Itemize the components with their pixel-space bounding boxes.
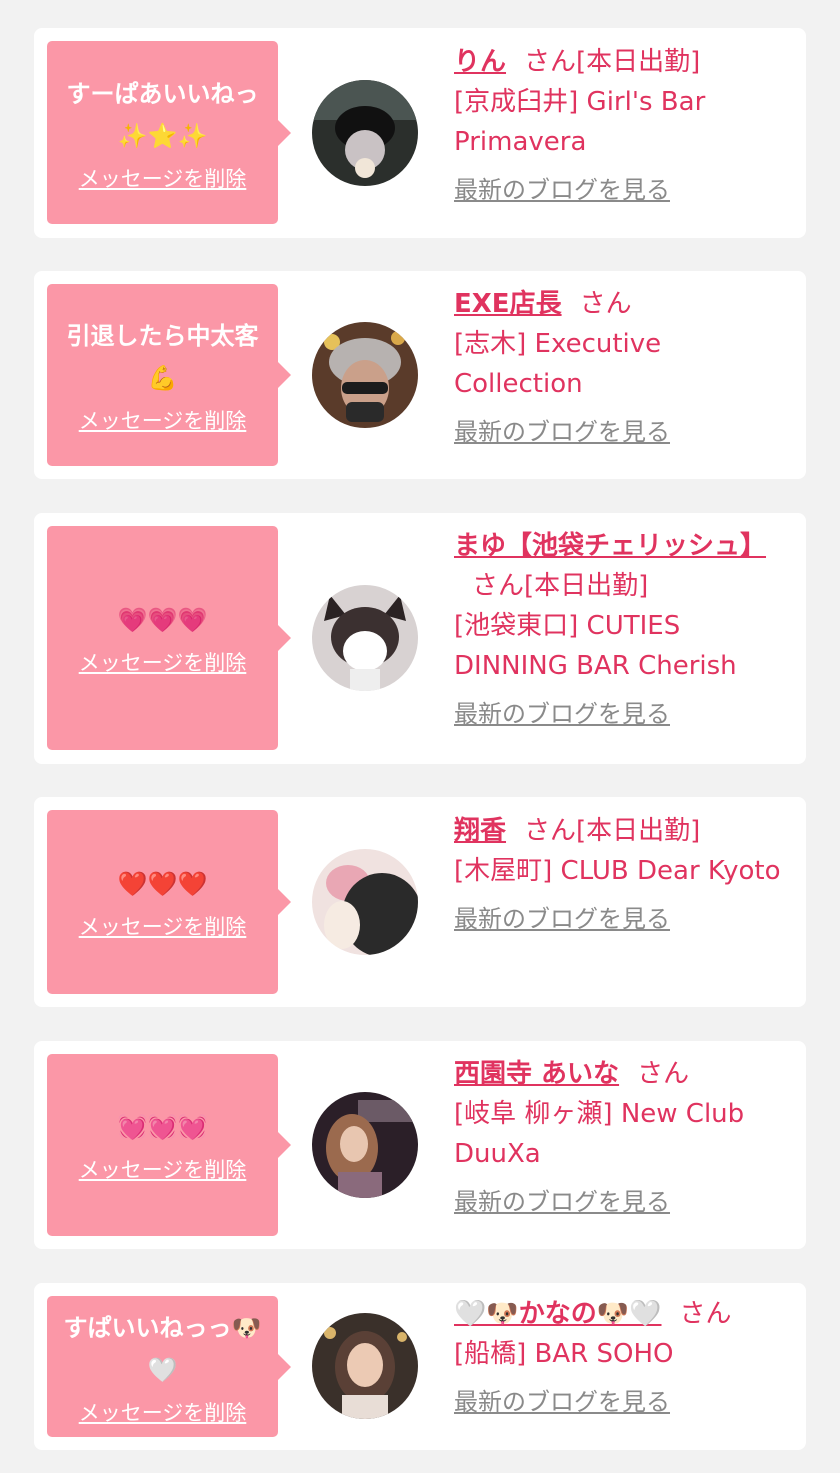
- message-text: すーぱあいいねっ ✨⭐✨: [66, 79, 259, 150]
- latest-blog-link[interactable]: 最新のブログを見る: [454, 899, 670, 939]
- shop-name: [木屋町] CLUB Dear Kyoto: [454, 856, 781, 886]
- shop-name: [船橋] BAR SOHO: [454, 1339, 674, 1369]
- favorites-list: すーぱあいいねっ ✨⭐✨ メッセージを削除 りん さん[本日出勤] [京成臼井] …: [0, 0, 840, 1473]
- cast-name-link[interactable]: 翔香: [454, 816, 506, 846]
- cast-info: まゆ【池袋チェリッシュ】さん[本日出勤] [池袋東口] CUTIES DINNI…: [454, 526, 784, 734]
- delete-message-link[interactable]: メッセージを削除: [79, 163, 247, 193]
- latest-blog-link[interactable]: 最新のブログを見る: [454, 412, 670, 452]
- cast-name-link[interactable]: 西園寺 あいな: [454, 1059, 619, 1089]
- cast-name-link[interactable]: 🤍🐶かなの🐶🤍: [454, 1299, 662, 1329]
- delete-message-link[interactable]: メッセージを削除: [79, 647, 247, 677]
- cast-name-link[interactable]: りん: [454, 47, 506, 77]
- avatar[interactable]: [312, 80, 418, 186]
- avatar[interactable]: [312, 322, 418, 428]
- message-bubble: 💗💗💗 メッセージを削除: [47, 526, 291, 750]
- delete-message-link[interactable]: メッセージを削除: [79, 1397, 247, 1427]
- cast-name-link[interactable]: まゆ【池袋チェリッシュ】: [454, 531, 766, 561]
- honorific-status: さん: [579, 289, 632, 319]
- avatar[interactable]: [312, 585, 418, 691]
- message-text: 引退したら中太客 💪: [66, 322, 259, 392]
- cast-info: 翔香 さん[本日出勤] [木屋町] CLUB Dear Kyoto 最新のブログを…: [454, 811, 784, 939]
- honorific-status: さん[本日出勤]: [524, 816, 701, 846]
- list-item: 💗💗💗 メッセージを削除 まゆ【池袋チェリッシュ】さん[本日出勤] [池袋東口]…: [34, 513, 806, 764]
- cast-info: 🤍🐶かなの🐶🤍 さん [船橋] BAR SOHO 最新のブログを見る: [454, 1294, 784, 1422]
- list-item: すーぱあいいねっ ✨⭐✨ メッセージを削除 りん さん[本日出勤] [京成臼井] …: [34, 28, 806, 238]
- latest-blog-link[interactable]: 最新のブログを見る: [454, 1182, 670, 1222]
- list-item: 引退したら中太客 💪 メッセージを削除 EXE店長 さん [志木] Executi…: [34, 271, 806, 479]
- honorific-status: さん: [679, 1299, 732, 1329]
- shop-name: [岐阜 柳ヶ瀬] New Club DuuXa: [454, 1099, 745, 1169]
- cast-name-link[interactable]: EXE店長: [454, 289, 562, 319]
- message-bubble: すーぱあいいねっ ✨⭐✨ メッセージを削除: [47, 41, 291, 224]
- honorific-status: さん[本日出勤]: [472, 571, 649, 601]
- message-bubble: 💓💓💓 メッセージを削除: [47, 1054, 291, 1236]
- delete-message-link[interactable]: メッセージを削除: [79, 405, 247, 435]
- message-bubble: ❤️❤️❤️ メッセージを削除: [47, 810, 291, 994]
- message-text: 💗💗💗: [117, 606, 208, 634]
- avatar[interactable]: [312, 1313, 418, 1419]
- list-item: すぱいいねっっ🐶 🤍 メッセージを削除 🤍🐶かなの🐶🤍 さん [船橋] BAR S…: [34, 1283, 806, 1450]
- avatar[interactable]: [312, 849, 418, 955]
- message-bubble: すぱいいねっっ🐶 🤍 メッセージを削除: [47, 1296, 291, 1437]
- honorific-status: さん: [637, 1059, 690, 1089]
- shop-name: [池袋東口] CUTIES DINNING BAR Cherish: [454, 611, 737, 681]
- list-item: 💓💓💓 メッセージを削除 西園寺 あいな さん [岐阜 柳ヶ瀬] New Club…: [34, 1041, 806, 1249]
- shop-name: [京成臼井] Girl's Bar Primavera: [454, 87, 706, 157]
- list-item: ❤️❤️❤️ メッセージを削除 翔香 さん[本日出勤] [木屋町] CLUB De…: [34, 797, 806, 1007]
- delete-message-link[interactable]: メッセージを削除: [79, 1154, 247, 1184]
- avatar[interactable]: [312, 1092, 418, 1198]
- honorific-status: さん[本日出勤]: [524, 47, 701, 77]
- message-text: 💓💓💓: [117, 1113, 208, 1141]
- shop-name: [志木] Executive Collection: [454, 329, 662, 399]
- latest-blog-link[interactable]: 最新のブログを見る: [454, 1382, 670, 1422]
- cast-info: 西園寺 あいな さん [岐阜 柳ヶ瀬] New Club DuuXa 最新のブログ…: [454, 1054, 784, 1222]
- latest-blog-link[interactable]: 最新のブログを見る: [454, 694, 670, 734]
- cast-info: りん さん[本日出勤] [京成臼井] Girl's Bar Primavera 最…: [454, 42, 784, 210]
- latest-blog-link[interactable]: 最新のブログを見る: [454, 170, 670, 210]
- message-bubble: 引退したら中太客 💪 メッセージを削除: [47, 284, 291, 466]
- message-text: すぱいいねっっ🐶 🤍: [63, 1313, 262, 1384]
- cast-info: EXE店長 さん [志木] Executive Collection 最新のブログ…: [454, 284, 784, 452]
- message-text: ❤️❤️❤️: [117, 870, 208, 898]
- delete-message-link[interactable]: メッセージを削除: [79, 911, 247, 941]
